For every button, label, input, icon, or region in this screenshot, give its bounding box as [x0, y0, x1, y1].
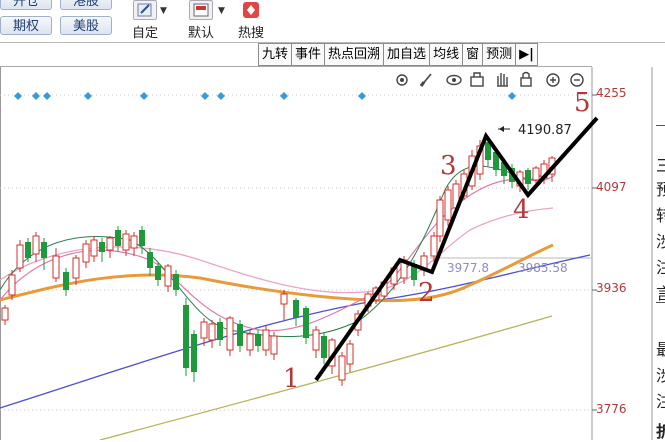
- price-label: 3776: [596, 402, 627, 416]
- panel-text: 折: [656, 422, 665, 441]
- candle-body: [280, 293, 288, 305]
- candle-body: [321, 336, 327, 358]
- candle-body: [99, 242, 105, 252]
- candle-body: [430, 235, 438, 257]
- candle-body: [246, 333, 254, 351]
- candle-body: [237, 324, 243, 346]
- panel-text: 三: [656, 156, 665, 175]
- panel-text: 注: [656, 392, 665, 411]
- candle-body: [226, 317, 234, 351]
- lock-icon[interactable]: [520, 71, 532, 87]
- candle-body: [106, 237, 114, 251]
- panel-text: 最: [656, 340, 665, 359]
- draw-icon[interactable]: [419, 73, 432, 87]
- candle-body: [217, 322, 223, 340]
- event-marker: [358, 92, 366, 100]
- gear-icon[interactable]: [396, 74, 408, 86]
- panel-divider: [656, 125, 665, 126]
- candle-body: [25, 242, 31, 258]
- eye-icon[interactable]: [446, 74, 462, 86]
- event-marker: [140, 92, 148, 100]
- candle-body: [293, 300, 299, 318]
- candle-body: [191, 334, 197, 372]
- candle-body: [436, 199, 444, 237]
- candle-body: [90, 239, 98, 257]
- peak-label: 4190.87: [518, 123, 572, 138]
- candle-body: [115, 230, 121, 246]
- candle-body: [208, 323, 216, 341]
- candle-body: [262, 329, 270, 351]
- candle-body: [8, 274, 16, 296]
- ma-readout: 3977.8: [447, 261, 489, 275]
- panel-text: 言: [656, 284, 665, 303]
- candle-body: [52, 255, 60, 279]
- candle-body: [41, 242, 47, 258]
- panel-divider: [656, 302, 665, 303]
- candle-body: [270, 335, 278, 355]
- candle-body: [63, 272, 69, 290]
- hand-icon[interactable]: [497, 73, 508, 87]
- wave-1-label: 1: [283, 364, 300, 394]
- event-markers[interactable]: [14, 92, 516, 100]
- wave-5-label: 5: [574, 88, 591, 118]
- candle-body: [16, 244, 24, 269]
- wave-3-label: 3: [440, 151, 457, 181]
- panel-text: 涉: [656, 232, 665, 251]
- kline-chart[interactable]: 4190.87 3977.8 3985.58 1 2 3 4 5: [0, 0, 665, 440]
- event-marker: [43, 92, 51, 100]
- price-label: 4097: [596, 180, 627, 194]
- candle-body: [1, 307, 9, 321]
- candle-body: [338, 355, 346, 381]
- panel-text: 注: [656, 258, 665, 277]
- axis-ticks: [592, 94, 597, 411]
- candle-body: [525, 170, 531, 184]
- price-label: 3936: [596, 281, 627, 295]
- event-marker: [280, 92, 288, 100]
- event-marker: [14, 92, 22, 100]
- wave-4-label: 4: [513, 195, 530, 225]
- chart-icon-row: [396, 71, 584, 87]
- candle-body: [130, 235, 138, 249]
- price-label: 4255: [596, 86, 627, 100]
- ma-readout-2: 3985.58: [518, 261, 568, 275]
- candle-body: [32, 235, 40, 255]
- wave-2-label: 2: [418, 278, 435, 308]
- candle-body: [155, 266, 161, 280]
- event-marker: [32, 92, 40, 100]
- candle-body: [255, 334, 261, 346]
- event-marker: [201, 92, 209, 100]
- panel-text: 预: [656, 180, 665, 199]
- candle-body: [532, 167, 540, 181]
- panel-text: 涉: [656, 366, 665, 385]
- candle-body: [312, 329, 320, 351]
- candle-body: [444, 189, 452, 221]
- zoom-in-icon[interactable]: [546, 73, 560, 87]
- candle-body: [200, 321, 208, 339]
- candle-body: [82, 243, 90, 263]
- event-marker: [84, 92, 92, 100]
- lock-box-icon[interactable]: [470, 72, 484, 87]
- candle-body: [173, 274, 179, 290]
- candle-body: [303, 308, 309, 338]
- candle-body: [122, 233, 130, 251]
- event-marker: [217, 92, 225, 100]
- candle-body: [183, 305, 189, 368]
- peak-arrow-icon: [499, 126, 504, 132]
- candle-body: [72, 257, 80, 279]
- candle-body: [147, 252, 153, 268]
- panel-text: 转: [656, 206, 665, 225]
- candle-body: [346, 343, 354, 365]
- ma-olive-line: [99, 315, 553, 440]
- zoom-out-icon[interactable]: [570, 73, 584, 87]
- event-marker: [508, 92, 516, 100]
- candle-body: [139, 230, 145, 246]
- candle-body: [164, 265, 172, 287]
